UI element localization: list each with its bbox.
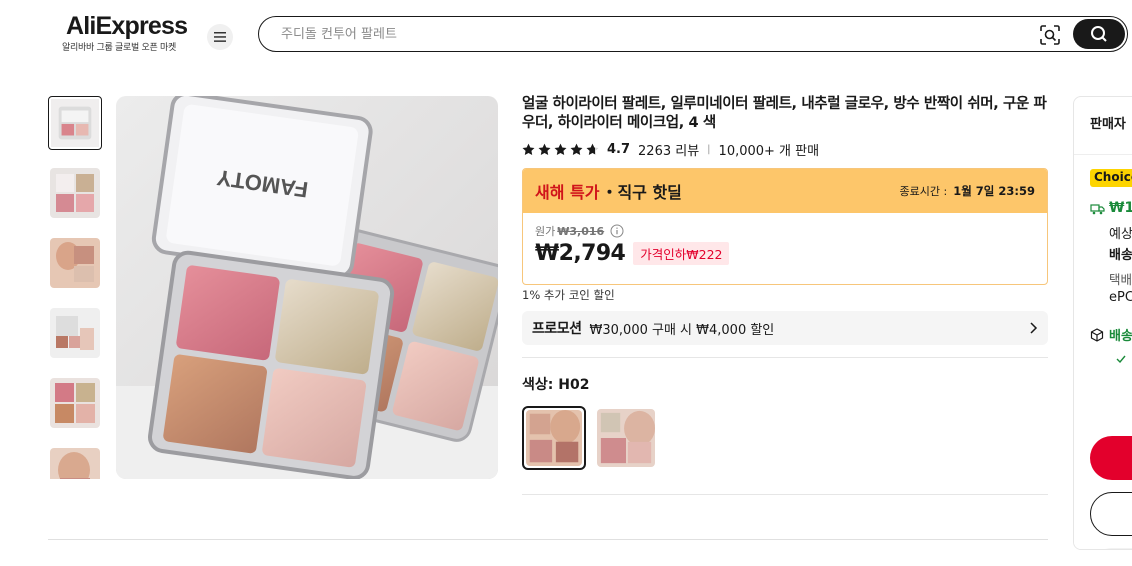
thumbnail-5[interactable] [50, 378, 100, 428]
search-input[interactable] [281, 23, 1001, 45]
thumbnail-list [48, 96, 102, 479]
menu-button[interactable] [207, 24, 233, 50]
sold-count: 10,000+ 개 판매 [718, 143, 820, 159]
panel-line-2: 배송 [1109, 248, 1132, 263]
deal-header: 새해 특가 ・직구 핫딜 종료시간 : 1월 7일 23:59 [523, 169, 1047, 213]
info-icon[interactable] [610, 224, 624, 238]
color-option-h01[interactable] [594, 406, 658, 470]
shipping-guarantee: 배송 [1109, 329, 1132, 344]
divider [522, 357, 1048, 358]
thumbnail-3[interactable] [50, 238, 100, 288]
product-main-image[interactable]: FAMOTY [116, 96, 498, 479]
color-option-h02[interactable] [522, 406, 586, 470]
image-search-icon[interactable] [1039, 24, 1061, 46]
thumbnail-4[interactable] [50, 308, 100, 358]
deal-box: 새해 특가 ・직구 핫딜 종료시간 : 1월 7일 23:59 원가 ₩3,01… [522, 168, 1048, 285]
rating-stars [522, 143, 599, 156]
hamburger-icon [214, 32, 226, 42]
seller-panel: 판매자 Choice ₩10 예상 배송 택배 ePC 배송 [1073, 96, 1132, 550]
original-price: ₩3,016 [557, 224, 605, 238]
panel-line-3: 택배 [1109, 272, 1132, 287]
thumbnail-2[interactable] [50, 168, 100, 218]
deal-end-label: 종료시간 : [899, 185, 948, 198]
check-icon [1116, 355, 1126, 363]
original-price-label: 원가 [535, 225, 556, 238]
star-icon [554, 143, 567, 155]
panel-body: Choice ₩10 예상 배송 택배 ePC 배송 [1074, 155, 1132, 549]
search-button[interactable] [1073, 19, 1125, 49]
buy-now-button[interactable] [1090, 436, 1132, 480]
chevron-right-icon [1030, 322, 1038, 334]
star-icon [538, 143, 551, 155]
review-count[interactable]: 2263 리뷰 [638, 140, 699, 159]
deal-end-time: 1월 7일 23:59 [953, 184, 1035, 198]
shipping-price: ₩10 [1109, 200, 1132, 216]
original-price-row: 원가 ₩3,016 [535, 223, 1035, 239]
search-icon [1091, 26, 1107, 42]
current-price: ₩2,794 [535, 241, 626, 266]
product-page: AliExpress 알리바바 그룹 글로벌 오픈 마켓 주디돌 컨투어 팔레트… [0, 0, 1132, 566]
separator: | [707, 143, 711, 155]
promotion-bar[interactable]: 프로모션 ₩30,000 구매 시 ₩4,000 할인 [522, 311, 1048, 345]
product-title: 얼굴 하이라이터 팔레트, 일루미네이터 팔레트, 내추럴 글로우, 방수 반짝… [522, 96, 1047, 131]
deal-title: ・직구 핫딜 [601, 183, 682, 202]
deal-title-highlight: 새해 특가 [535, 183, 600, 202]
price-section: 원가 ₩3,016 ₩2,794 가격인하₩222 [523, 213, 1047, 276]
palette-image: FAMOTY [116, 96, 498, 479]
color-label: 색상: H02 [522, 377, 590, 393]
panel-line-1: 예상 [1109, 227, 1132, 242]
star-icon [522, 143, 535, 155]
aliexpress-logo[interactable]: AliExpress 알리바바 그룹 글로벌 오픈 마켓 [62, 12, 190, 53]
add-to-cart-button[interactable] [1090, 492, 1132, 536]
logo-text: AliExpress [66, 12, 188, 40]
half-star-icon [586, 143, 599, 155]
thumbnail-1[interactable] [48, 96, 102, 150]
panel-line-4: ePC [1109, 290, 1132, 305]
search-bar [258, 16, 1128, 52]
coin-discount: 1% 추가 코인 할인 [522, 288, 615, 302]
rating-value: 4.7 [607, 141, 631, 157]
promotion-text: ₩30,000 구매 시 ₩4,000 할인 [589, 322, 775, 338]
section-divider [48, 539, 1048, 540]
logo-subtitle: 알리바바 그룹 글로벌 오픈 마켓 [62, 43, 176, 53]
divider [522, 494, 1048, 495]
price-row: ₩2,794 가격인하₩222 [535, 241, 1035, 266]
thumbnail-6[interactable] [50, 448, 100, 479]
choice-badge: Choice [1090, 169, 1132, 187]
store-button[interactable] [1090, 548, 1132, 549]
truck-icon [1090, 204, 1105, 215]
discount-badge: 가격인하₩222 [633, 242, 730, 265]
box-icon [1090, 328, 1104, 342]
panel-title: 판매자 [1074, 97, 1132, 155]
star-icon [570, 143, 583, 155]
promotion-tag: 프로모션 [532, 321, 582, 337]
rating-row[interactable]: 4.7 2263 리뷰 | 10,000+ 개 판매 [522, 140, 820, 159]
